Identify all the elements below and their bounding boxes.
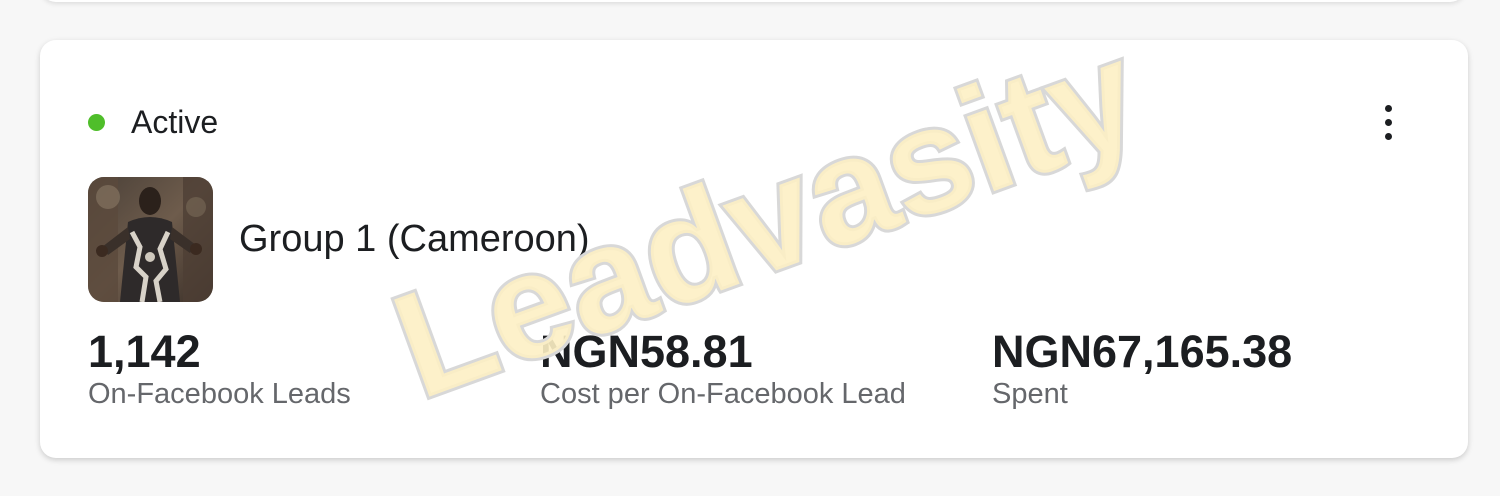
status-label: Active: [131, 104, 219, 140]
metric-cost-per-lead: NGN58.81 Cost per On-Facebook Lead: [540, 328, 906, 411]
metric-value: NGN67,165.38: [992, 326, 1293, 377]
metric-label: Cost per On-Facebook Lead: [540, 378, 906, 410]
previous-card: [40, 0, 1466, 2]
status-dot-icon: [88, 114, 105, 131]
more-vertical-icon-dot-3: [1384, 132, 1392, 140]
status-indicator: Active: [88, 104, 218, 141]
ad-creative-thumbnail[interactable]: [88, 177, 213, 302]
metric-value: 1,142: [88, 326, 201, 377]
metric-label: On-Facebook Leads: [88, 378, 351, 410]
ad-group-name[interactable]: Group 1 (Cameroon): [239, 218, 590, 261]
ad-set-card[interactable]: Active Group 1 (Cameroon) 1,142 On-Faceb…: [40, 40, 1468, 458]
ad-group-row[interactable]: Group 1 (Cameroon): [88, 177, 590, 302]
more-vertical-icon: [1384, 104, 1392, 112]
metric-spent: NGN67,165.38 Spent: [992, 328, 1292, 411]
metric-leads: 1,142 On-Facebook Leads: [88, 328, 351, 411]
metric-value: NGN58.81: [540, 326, 753, 377]
more-vertical-icon-dot-2: [1384, 118, 1392, 126]
metric-label: Spent: [992, 378, 1068, 410]
more-options-button[interactable]: [1368, 98, 1408, 146]
